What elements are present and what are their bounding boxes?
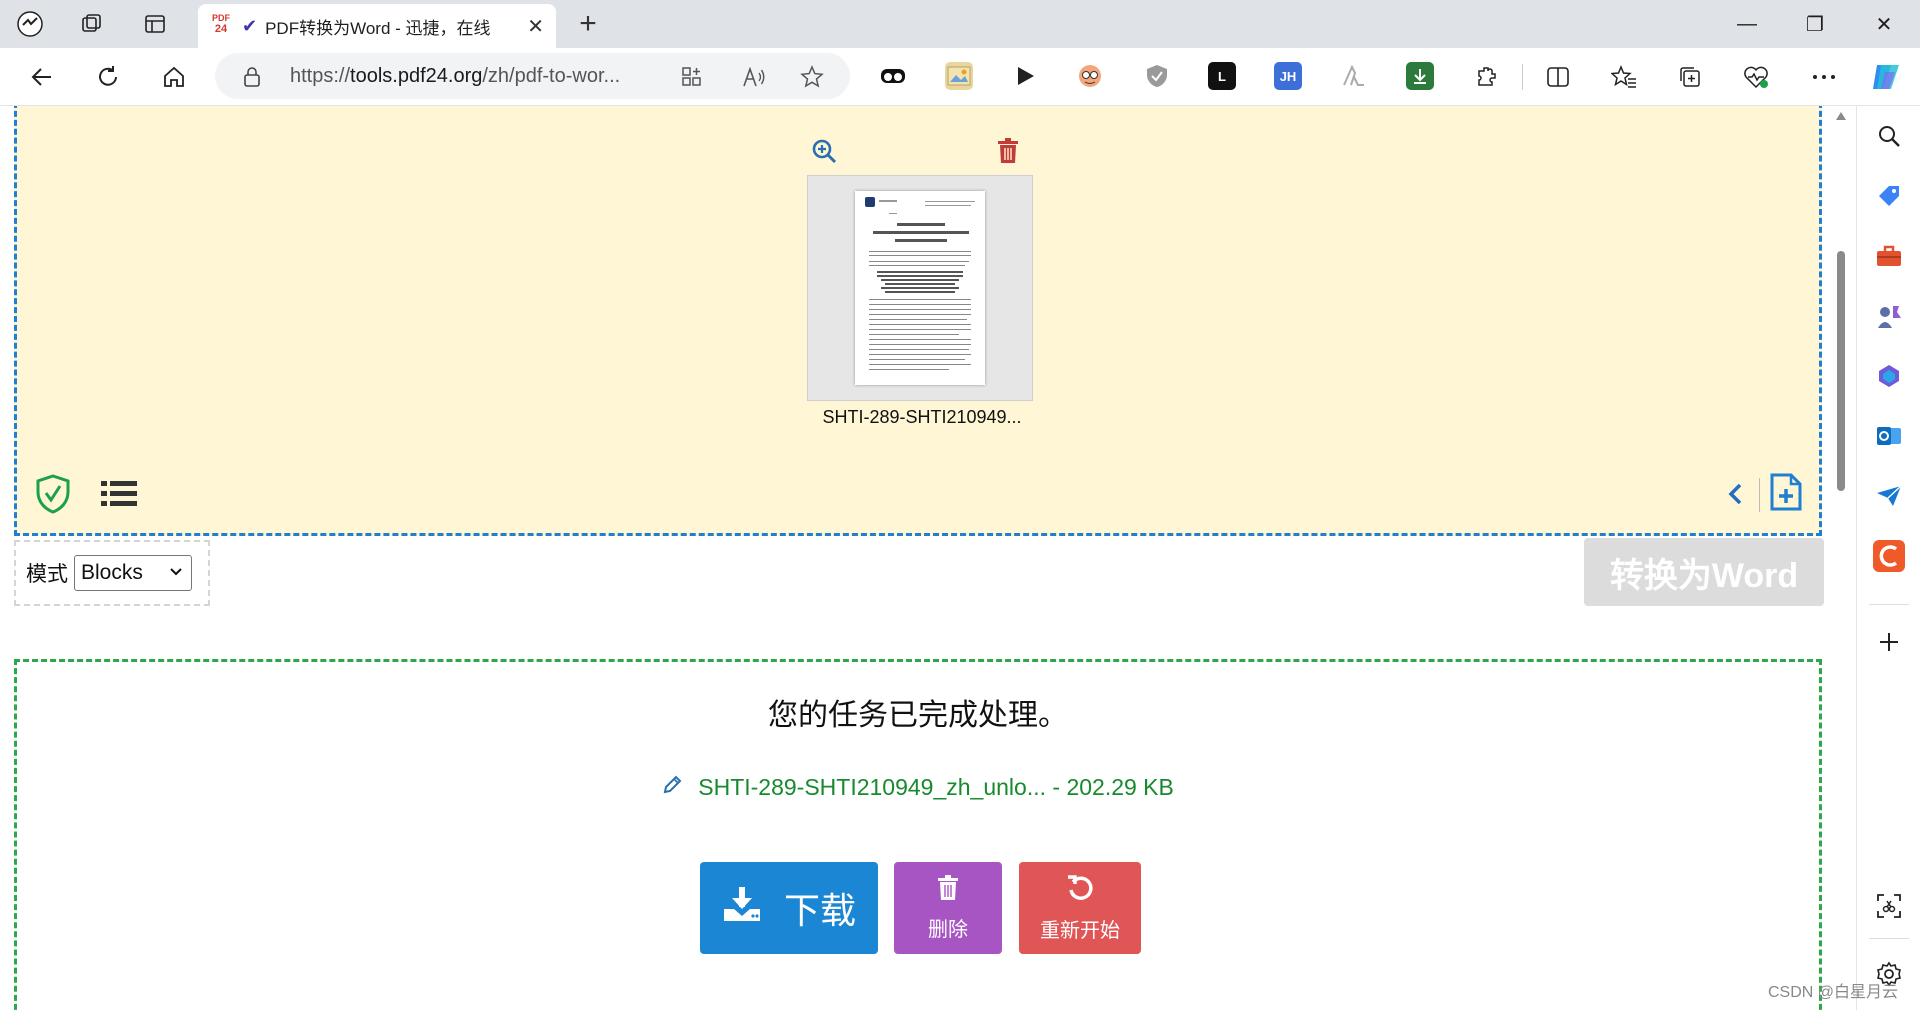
extension-mask-icon[interactable]: [879, 62, 907, 90]
thumbnail-filename: SHTI-289-SHTI210949...: [822, 407, 1022, 427]
minimize-button[interactable]: —: [1727, 8, 1767, 40]
read-aloud-icon[interactable]: [740, 63, 768, 91]
result-file-link[interactable]: SHTI-289-SHTI210949_zh_unlo... - 202.29 …: [17, 774, 1819, 801]
sidebar-send-icon[interactable]: [1873, 480, 1905, 512]
result-file-name[interactable]: SHTI-289-SHTI210949_zh_unlo... - 202.29 …: [698, 774, 1174, 800]
sidebar-screenshot-icon[interactable]: [1873, 890, 1905, 922]
extension-play-icon[interactable]: [1011, 62, 1039, 90]
file-dropzone[interactable]: SHTI-289-SHTI210949...: [14, 106, 1822, 536]
sidebar-add-icon[interactable]: [1873, 626, 1905, 658]
toolbar-divider: [1522, 64, 1523, 90]
tab-actions-icon[interactable]: [139, 8, 171, 40]
scroll-thumb[interactable]: [1837, 251, 1845, 491]
home-button[interactable]: [156, 59, 192, 95]
favorite-star-icon[interactable]: [798, 63, 826, 91]
extensions-puzzle-icon[interactable]: [1469, 59, 1505, 95]
download-button[interactable]: 下载: [700, 862, 878, 954]
tab-close-button[interactable]: ✕: [527, 14, 544, 39]
sidebar-games-icon[interactable]: [1873, 300, 1905, 332]
pdf24-favicon-icon: PDF 24: [212, 13, 230, 35]
sidebar-divider: [1869, 604, 1909, 605]
extension-face-icon[interactable]: [1076, 62, 1104, 90]
download-icon: [722, 885, 762, 932]
sidebar-divider-bottom: [1869, 938, 1909, 939]
result-title: 您的任务已完成处理。: [768, 699, 1068, 732]
more-menu-icon[interactable]: [1806, 59, 1842, 95]
trash-icon: [937, 874, 959, 907]
add-file-icon[interactable]: [1769, 472, 1805, 512]
address-bar[interactable]: https://tools.pdf24.org/zh/pdf-to-wor...: [215, 53, 850, 99]
page-content: SHTI-289-SHTI210949... 模式 Blocks 转换为Word…: [0, 106, 1830, 1010]
mode-label: 模式: [26, 563, 68, 586]
mode-selector: 模式 Blocks: [14, 540, 210, 606]
window-close-button[interactable]: ✕: [1864, 8, 1904, 40]
list-view-icon[interactable]: [101, 480, 137, 510]
checkmark-icon: ✔: [242, 15, 258, 36]
security-shield-icon[interactable]: [35, 474, 71, 514]
extension-lambda-icon[interactable]: [1340, 62, 1368, 90]
scroll-up-arrow-icon[interactable]: [1836, 112, 1846, 120]
restart-label: 重新开始: [1040, 919, 1120, 942]
page-scrollbar[interactable]: [1830, 106, 1852, 1010]
delete-file-icon[interactable]: [997, 138, 1021, 166]
extension-download-icon[interactable]: [1406, 62, 1434, 90]
extension-shield-icon[interactable]: [1143, 62, 1171, 90]
sidebar-toolbox-icon[interactable]: [1873, 240, 1905, 272]
split-screen-icon[interactable]: [1540, 59, 1576, 95]
back-button[interactable]: [24, 59, 60, 95]
favorites-icon[interactable]: [1606, 59, 1642, 95]
sidebar-outlook-icon[interactable]: [1873, 420, 1905, 452]
app-available-icon[interactable]: [678, 63, 706, 91]
sidebar-c-app-icon[interactable]: [1873, 540, 1905, 572]
pencil-icon[interactable]: [662, 775, 688, 800]
sidebar-m365-icon[interactable]: [1873, 360, 1905, 392]
restore-button[interactable]: ❐: [1795, 8, 1835, 40]
browser-toolbar: https://tools.pdf24.org/zh/pdf-to-wor...…: [0, 48, 1920, 106]
workspaces-icon[interactable]: [76, 8, 108, 40]
reload-button[interactable]: [90, 59, 126, 95]
restart-icon: [1066, 874, 1094, 908]
tab-title: PDF转换为Word - 迅捷，在线: [265, 18, 491, 38]
tools-divider: [1759, 478, 1760, 512]
pdf-page-preview: [855, 191, 985, 385]
result-actions: 下载 删除 重新开始: [17, 862, 1819, 954]
sidebar-search-icon[interactable]: [1873, 120, 1905, 152]
lock-icon[interactable]: [243, 67, 261, 92]
extension-l-icon[interactable]: L: [1208, 62, 1236, 90]
mode-select[interactable]: Blocks: [74, 555, 192, 591]
chevron-down-icon: [169, 562, 183, 583]
csdn-watermark: CSDN @白星月云: [1768, 984, 1899, 1001]
mode-selected-value: Blocks: [81, 561, 143, 584]
result-panel: 您的任务已完成处理。 SHTI-289-SHTI210949_zh_unlo..…: [14, 659, 1822, 1010]
edge-sidebar: [1856, 106, 1920, 1010]
delete-button[interactable]: 删除: [894, 862, 1002, 954]
extension-picture-icon[interactable]: [945, 62, 973, 90]
url-text[interactable]: https://tools.pdf24.org/zh/pdf-to-wor...: [290, 65, 620, 88]
collapse-chevron-icon[interactable]: [1721, 480, 1749, 510]
copilot-icon[interactable]: [1868, 59, 1904, 95]
zoom-in-icon[interactable]: [811, 138, 839, 166]
tab-active[interactable]: PDF 24 ✔ PDF转换为Word - 迅捷，在线 ✕: [198, 4, 556, 48]
collections-icon[interactable]: [1672, 59, 1708, 95]
tab-strip: PDF 24 ✔ PDF转换为Word - 迅捷，在线 ✕ + — ❐ ✕: [0, 0, 1920, 48]
restart-button[interactable]: 重新开始: [1019, 862, 1141, 954]
new-tab-button[interactable]: +: [572, 7, 604, 40]
file-tools: [811, 138, 1021, 168]
sidebar-tag-icon[interactable]: [1873, 180, 1905, 212]
profile-icon[interactable]: [14, 8, 46, 40]
file-thumbnail[interactable]: [807, 175, 1033, 401]
delete-label: 删除: [928, 918, 968, 941]
extension-jh-icon[interactable]: JH: [1274, 62, 1302, 90]
convert-to-word-button[interactable]: 转换为Word: [1584, 538, 1824, 606]
browser-essentials-icon[interactable]: [1738, 59, 1774, 95]
download-label: 下载: [783, 890, 856, 931]
